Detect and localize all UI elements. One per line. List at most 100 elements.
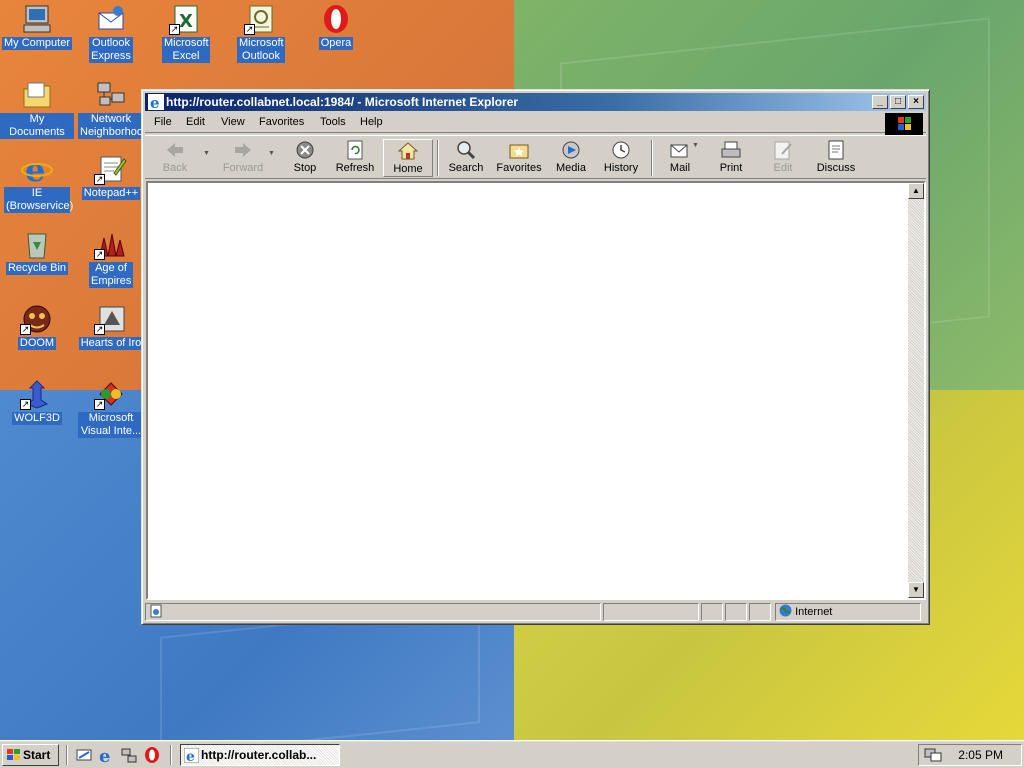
desktop-icon-label: Hearts of Iro — [78, 337, 144, 350]
internet-explorer-quicklaunch-icon[interactable]: e — [97, 746, 115, 767]
shortcut-arrow-icon: ↗ — [94, 249, 105, 260]
taskbar-button-internet-explorer[interactable]: e http://router.collab... — [180, 744, 340, 766]
window-titlebar[interactable]: e http://router.collabnet.local:1984/ - … — [145, 93, 926, 112]
desktop-icon-visual-interdev[interactable]: ↗ Microsoft Visual Inte... — [74, 378, 148, 438]
close-button[interactable]: × — [908, 95, 924, 109]
desktop-icon-label: Recycle Bin — [5, 262, 69, 275]
maximize-button[interactable]: □ — [890, 95, 906, 109]
outlook-express-icon — [94, 3, 128, 35]
internet-explorer-window[interactable]: e http://router.collabnet.local:1984/ - … — [141, 89, 930, 625]
status-pane — [725, 603, 747, 621]
status-text-pane — [145, 603, 601, 621]
clock[interactable]: 2:05 PM — [958, 748, 1003, 762]
desktop-icon-doom[interactable]: ↗ DOOM — [0, 303, 74, 350]
wolf3d-icon: ↗ — [20, 378, 54, 410]
network-quicklaunch-icon[interactable] — [120, 746, 138, 764]
home-icon — [397, 141, 419, 161]
scroll-down-arrow-icon[interactable]: ▼ — [908, 582, 924, 598]
favorites-label: Favorites — [496, 162, 542, 174]
show-desktop-icon[interactable] — [75, 746, 93, 764]
desktop-icon-label: Microsoft Visual Inte... — [78, 412, 144, 438]
internet-explorer-icon: e — [20, 151, 54, 189]
edit-button[interactable]: Edit — [763, 139, 803, 177]
desktop-icon-label: WOLF3D — [12, 412, 62, 425]
desktop-icon-network-neighborhood[interactable]: Network Neighborhood — [74, 79, 150, 139]
shortcut-arrow-icon: ↗ — [20, 324, 31, 335]
svg-text:e: e — [186, 749, 195, 763]
media-button[interactable]: Media — [549, 139, 593, 177]
svg-text:e: e — [99, 746, 110, 764]
desktop-icon-hearts-of-iron[interactable]: ↗ Hearts of Iro — [74, 303, 148, 350]
age-of-empires-icon: ↗ — [94, 228, 128, 260]
svg-text:e: e — [25, 153, 45, 185]
taskbar-button-label: http://router.collab... — [201, 748, 317, 762]
menu-view[interactable]: View — [221, 116, 245, 128]
display-settings-tray-icon[interactable] — [924, 747, 942, 763]
home-label: Home — [393, 163, 423, 175]
desktop-icon-my-documents[interactable]: My Documents — [0, 79, 74, 139]
favorites-star-icon — [508, 140, 530, 160]
desktop-icon-microsoft-outlook[interactable]: ↗ Microsoft Outlook — [224, 3, 298, 63]
desktop-icon-notepad-plus-plus[interactable]: ↗ Notepad++ — [74, 153, 148, 200]
printer-icon — [720, 140, 742, 160]
window-title: http://router.collabnet.local:1984/ - Mi… — [166, 95, 519, 109]
start-button[interactable]: Start — [2, 744, 59, 766]
history-button[interactable]: History — [597, 139, 645, 177]
mail-envelope-icon — [669, 140, 691, 160]
menu-favorites[interactable]: Favorites — [259, 116, 304, 128]
desktop-icon-microsoft-excel[interactable]: X ↗ Microsoft Excel — [149, 3, 223, 63]
status-pane — [749, 603, 771, 621]
opera-quicklaunch-icon[interactable] — [143, 746, 161, 764]
mail-dropdown-icon[interactable]: ▼ — [692, 142, 699, 149]
forward-dropdown-icon[interactable]: ▼ — [268, 150, 275, 157]
desktop-icon-label: Outlook Express — [89, 37, 133, 63]
doom-icon: ↗ — [20, 303, 54, 335]
discuss-button[interactable]: Discuss — [811, 139, 861, 177]
favorites-button[interactable]: Favorites — [491, 139, 547, 177]
menu-file[interactable]: File — [154, 116, 172, 128]
stop-icon — [294, 140, 316, 160]
home-button[interactable]: Home — [383, 139, 433, 177]
status-bar: Internet — [145, 602, 926, 622]
back-dropdown-icon[interactable]: ▼ — [203, 150, 210, 157]
back-arrow-icon — [164, 140, 186, 160]
desktop-icon-label: Microsoft Excel — [162, 37, 210, 63]
toolbar-separator — [651, 140, 653, 176]
vertical-scrollbar[interactable]: ▲ ▼ — [908, 183, 924, 598]
desktop-icon-label: Notepad++ — [81, 187, 141, 200]
back-button[interactable]: Back — [151, 139, 199, 177]
menu-edit[interactable]: Edit — [186, 116, 205, 128]
outlook-icon: ↗ — [244, 3, 278, 35]
desktop-icon-label: My Computer — [1, 37, 73, 50]
start-label: Start — [23, 748, 51, 762]
shortcut-arrow-icon: ↗ — [94, 174, 105, 185]
desktop-icon-ie-browservice[interactable]: e IE (Browservice) — [0, 151, 74, 213]
desktop-icon-age-of-empires[interactable]: ↗ Age of Empires — [74, 228, 148, 288]
discuss-icon — [825, 140, 847, 160]
scroll-up-arrow-icon[interactable]: ▲ — [908, 183, 924, 199]
desktop-icon-outlook-express[interactable]: Outlook Express — [74, 3, 148, 63]
desktop-icon-label: Network Neighborhood — [78, 113, 150, 139]
desktop-icon-label: Age of Empires — [89, 262, 133, 288]
desktop-icon-wolf3d[interactable]: ↗ WOLF3D — [0, 378, 74, 425]
refresh-button[interactable]: Refresh — [331, 139, 379, 177]
desktop-icon-label: My Documents — [0, 113, 74, 139]
svg-text:e: e — [150, 94, 160, 110]
page-content-area[interactable]: ▲ ▼ — [146, 181, 926, 600]
my-computer-icon — [20, 3, 54, 35]
minimize-button[interactable]: _ — [872, 95, 888, 109]
internet-explorer-icon: e — [183, 747, 200, 765]
standard-toolbar: Back ▼ Forward ▼ Stop Refresh Home Searc… — [145, 135, 926, 179]
refresh-label: Refresh — [335, 162, 375, 174]
desktop-icon-recycle-bin[interactable]: Recycle Bin — [0, 228, 74, 275]
toolbar-separator — [437, 140, 439, 176]
print-button[interactable]: Print — [711, 139, 751, 177]
menu-help[interactable]: Help — [360, 116, 383, 128]
menu-tools[interactable]: Tools — [320, 116, 346, 128]
forward-button[interactable]: Forward — [213, 139, 273, 177]
stop-button[interactable]: Stop — [285, 139, 325, 177]
search-button[interactable]: Search — [443, 139, 489, 177]
desktop-icon-opera[interactable]: Opera — [299, 3, 373, 50]
taskbar: Start e e http://router.collab... 2:05 P… — [0, 740, 1024, 768]
desktop-icon-my-computer[interactable]: My Computer — [0, 3, 74, 50]
